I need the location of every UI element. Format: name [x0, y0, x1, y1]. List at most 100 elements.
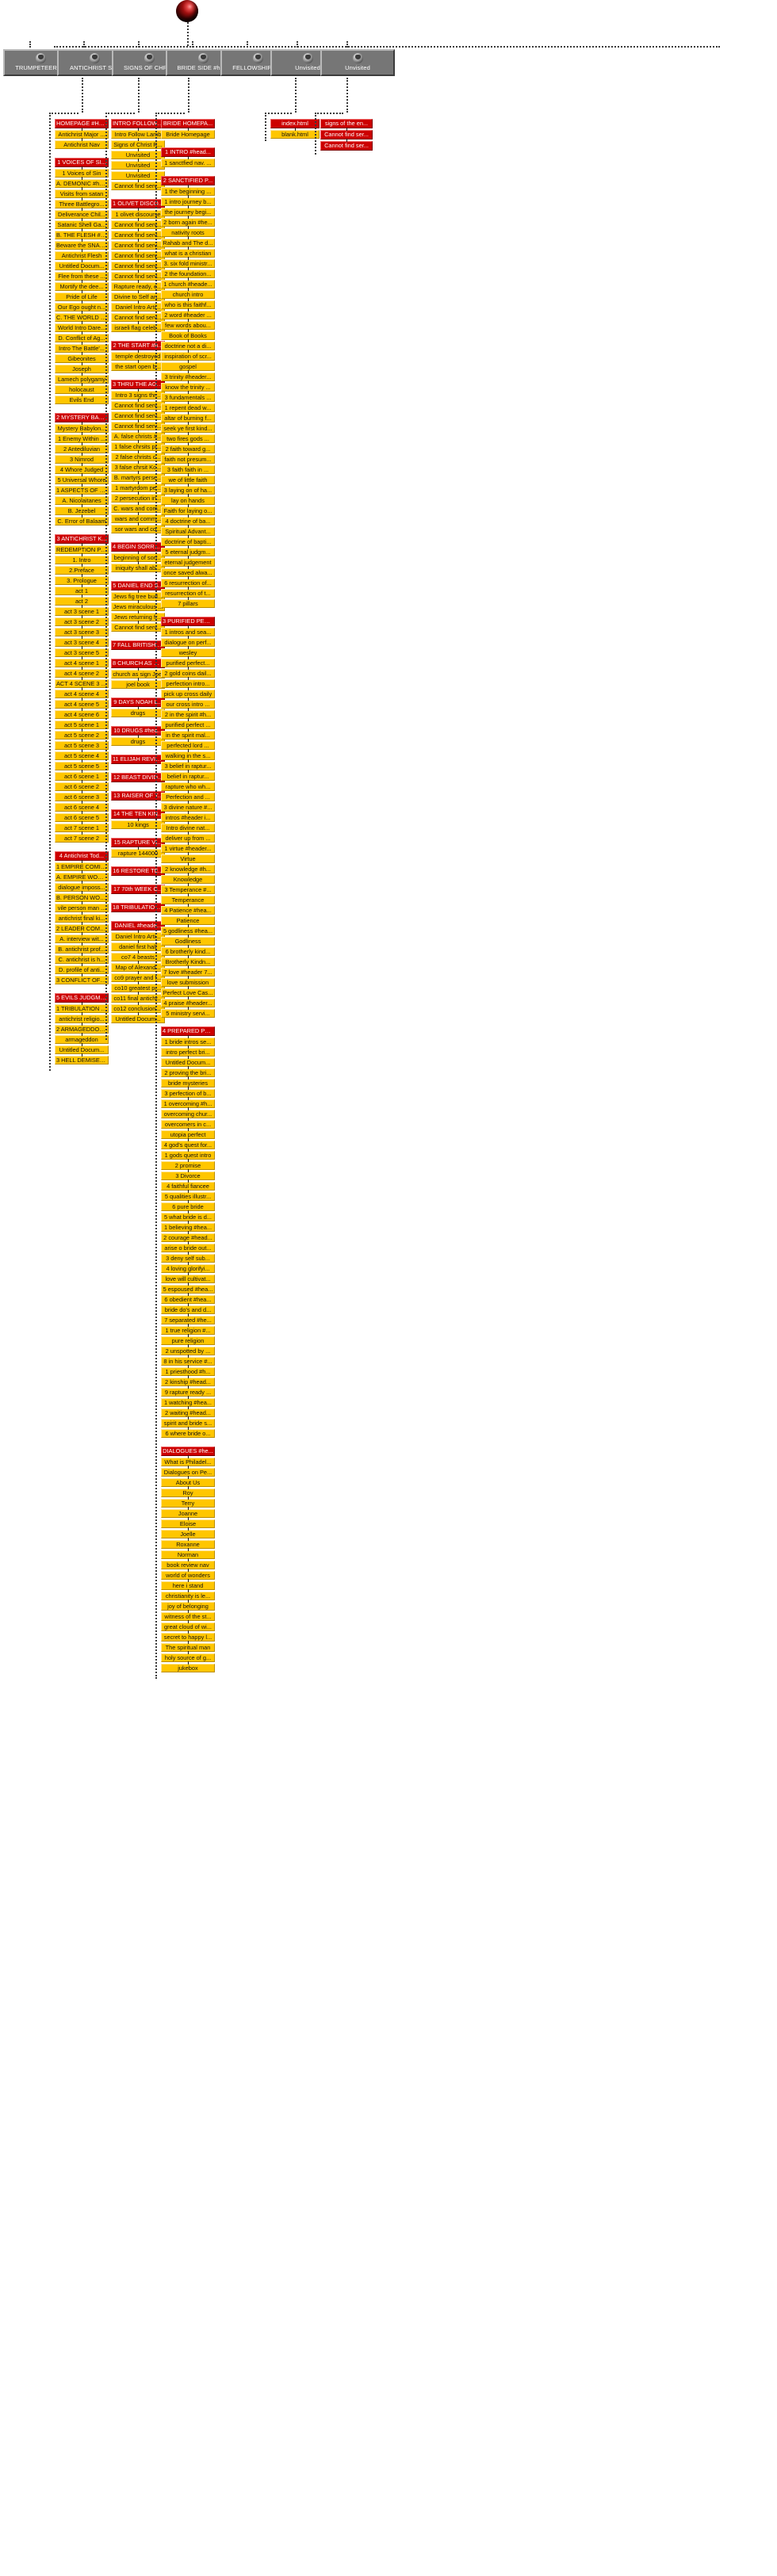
- node-spine-connector: [188, 1538, 189, 1541]
- node-spine-connector: [188, 1641, 189, 1644]
- node-spine-connector: [188, 1548, 189, 1551]
- node-spine-connector: [188, 525, 189, 528]
- node-spine-connector: [188, 1035, 189, 1038]
- node-spine-connector: [188, 914, 189, 917]
- node-spine-connector: [188, 329, 189, 332]
- node-spine-connector: [188, 128, 189, 131]
- page-node[interactable]: 5 ministry servi...: [161, 1009, 215, 1018]
- node-spine-connector: [82, 1053, 83, 1057]
- node-spine-connector: [138, 818, 140, 821]
- node-spine-connector: [346, 139, 348, 142]
- node-spine-connector: [188, 432, 189, 435]
- node-spine-connector: [188, 801, 189, 804]
- node-spine-connector: [188, 205, 189, 208]
- node-spine-connector: [188, 566, 189, 569]
- node-spine-connector: [188, 728, 189, 732]
- node-spine-connector: [82, 543, 83, 546]
- node-spine-connector: [82, 494, 83, 497]
- node-spine-connector: [138, 169, 140, 172]
- column-join-connector-unvisited-a: [295, 78, 297, 113]
- page-node[interactable]: Antichrist Nav: [55, 140, 109, 149]
- page-node[interactable]: blank.html: [270, 130, 320, 139]
- node-spine-connector: [188, 625, 189, 629]
- node-spine-connector: [188, 1066, 189, 1069]
- node-spine-connector: [188, 1045, 189, 1049]
- column-head-connector-unvisited-a: [265, 113, 293, 115]
- node-spine-connector: [82, 239, 83, 242]
- page-node[interactable]: Evils End: [55, 396, 109, 404]
- node-spine-connector: [82, 249, 83, 252]
- node-spine-connector: [82, 594, 83, 598]
- node-spine-connector: [82, 870, 83, 873]
- page-node[interactable]: 3 HELL DEMISE #...: [55, 1056, 109, 1064]
- node-spine-connector: [188, 1097, 189, 1100]
- node-spine-connector: [138, 148, 140, 151]
- node-spine-connector: [188, 996, 189, 999]
- top-node-unvisited-b[interactable]: Unvisited: [320, 49, 395, 76]
- node-spine-connector: [82, 483, 83, 487]
- node-spine-connector: [82, 1033, 83, 1036]
- globe-icon: [252, 53, 263, 63]
- node-spine-connector: [188, 667, 189, 670]
- node-spine-connector: [188, 893, 189, 896]
- top-node-tick-connector: [138, 41, 140, 48]
- page-node[interactable]: act 7 scene 2: [55, 834, 109, 843]
- node-spine-connector: [188, 965, 189, 969]
- node-spine-connector: [82, 504, 83, 507]
- node-spine-connector: [82, 432, 83, 435]
- node-spine-connector: [82, 698, 83, 701]
- node-spine-connector: [188, 1507, 189, 1510]
- top-node-tick-connector: [83, 41, 86, 48]
- node-spine-connector: [82, 942, 83, 946]
- node-spine-connector: [188, 780, 189, 783]
- column-rail-unvisited-a: [265, 113, 267, 141]
- node-spine-connector: [82, 687, 83, 690]
- node-spine-connector: [82, 932, 83, 935]
- node-spine-connector: [138, 961, 140, 964]
- node-spine-connector: [138, 280, 140, 283]
- section-node[interactable]: Cannot find ser...: [320, 141, 373, 151]
- node-spine-connector: [82, 269, 83, 273]
- node-spine-connector: [82, 514, 83, 518]
- node-spine-connector: [188, 636, 189, 639]
- column-join-connector-antichrist-signs: [82, 78, 84, 113]
- globe-icon: [197, 53, 209, 63]
- node-spine-connector: [138, 269, 140, 273]
- node-spine-connector: [138, 1012, 140, 1015]
- node-spine-connector: [188, 195, 189, 198]
- node-spine-connector: [188, 257, 189, 260]
- page-node[interactable]: jukebox: [161, 1664, 215, 1672]
- node-spine-connector: [188, 1324, 189, 1327]
- node-spine-connector: [82, 138, 83, 141]
- node-spine-connector: [188, 370, 189, 373]
- node-spine-connector: [82, 574, 83, 577]
- node-spine-connector: [188, 1159, 189, 1162]
- node-spine-connector: [82, 646, 83, 649]
- node-spine-connector: [82, 821, 83, 824]
- page-node[interactable]: 6 where bride o...: [161, 1429, 215, 1438]
- node-spine-connector: [82, 718, 83, 721]
- node-spine-connector: [188, 955, 189, 958]
- node-spine-connector: [188, 1661, 189, 1664]
- node-spine-connector: [138, 981, 140, 984]
- node-spine-connector: [188, 1200, 189, 1203]
- page-node[interactable]: 7 pillars: [161, 599, 215, 608]
- node-spine-connector: [82, 708, 83, 711]
- node-spine-connector: [82, 218, 83, 221]
- page-node[interactable]: 3 CONFLICT OF F...: [55, 976, 109, 984]
- node-spine-connector: [188, 422, 189, 425]
- node-spine-connector: [82, 311, 83, 314]
- node-spine-connector: [138, 128, 140, 131]
- page-node[interactable]: 1 sanctfied nav. ...: [161, 159, 215, 167]
- node-spine-connector: [138, 561, 140, 564]
- node-spine-connector: [138, 300, 140, 304]
- node-spine-connector: [188, 811, 189, 814]
- node-spine-connector: [188, 852, 189, 855]
- page-node[interactable]: Bride Homepage: [161, 130, 215, 139]
- node-spine-connector: [82, 393, 83, 396]
- node-spine-connector: [82, 453, 83, 456]
- node-spine-connector: [138, 138, 140, 141]
- globe-icon: [302, 53, 313, 63]
- node-spine-connector: [188, 1007, 189, 1010]
- page-node[interactable]: C. Error of Balaam: [55, 517, 109, 526]
